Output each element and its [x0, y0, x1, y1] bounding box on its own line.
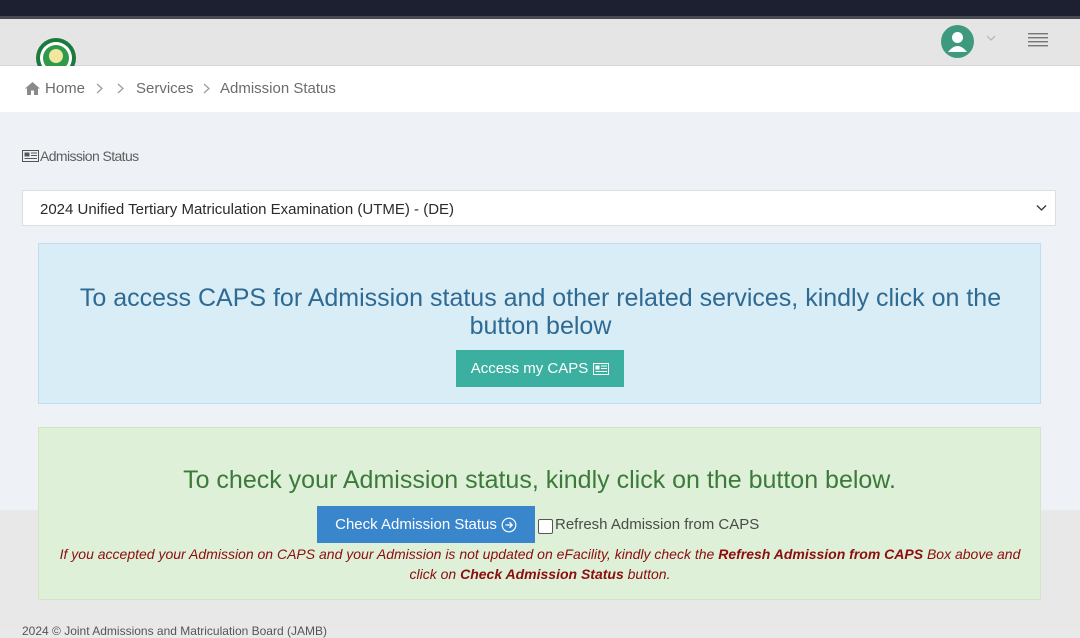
arrow-circle-right-icon — [501, 517, 517, 532]
note-text: button. — [623, 566, 671, 582]
caps-info-message: To access CAPS for Admission status and … — [79, 284, 1002, 340]
breadcrumb-home[interactable]: Home — [45, 80, 85, 97]
footer-copyright: 2024 © Joint Admissions and Matriculatio… — [22, 624, 327, 638]
chevron-right-icon — [96, 83, 103, 94]
chevron-down-icon — [1036, 205, 1047, 211]
site-header — [0, 19, 1080, 66]
note-bold-refresh: Refresh Admission from CAPS — [718, 546, 924, 562]
refresh-admission-label[interactable]: Refresh Admission from CAPS — [555, 516, 759, 533]
note-text: If you accepted your Admission on CAPS a… — [59, 546, 719, 562]
admission-status-panel: To check your Admission status, kindly c… — [38, 427, 1041, 600]
exam-select[interactable]: 2024 Unified Tertiary Matriculation Exam… — [22, 190, 1056, 226]
page-title-text: Admission Status — [40, 148, 139, 164]
user-avatar[interactable] — [941, 25, 974, 58]
hamburger-menu-icon[interactable] — [1028, 32, 1048, 49]
newspaper-icon — [593, 362, 610, 375]
user-menu-chevron-icon[interactable] — [985, 32, 997, 44]
page-title: Admission Status — [22, 148, 139, 164]
user-icon — [948, 32, 967, 52]
home-icon — [25, 82, 40, 95]
breadcrumb-services[interactable]: Services — [136, 80, 194, 97]
note-bold-check: Check Admission Status — [460, 566, 624, 582]
refresh-instructions-note: If you accepted your Admission on CAPS a… — [45, 544, 1035, 584]
check-admission-status-label: Check Admission Status — [335, 516, 497, 533]
refresh-admission-checkbox[interactable] — [538, 519, 553, 534]
browser-top-bar — [0, 0, 1080, 16]
caps-info-panel: To access CAPS for Admission status and … — [38, 243, 1041, 404]
chevron-right-icon — [117, 83, 124, 94]
breadcrumb-current: Admission Status — [220, 80, 336, 97]
access-caps-button[interactable]: Access my CAPS — [456, 350, 624, 387]
admission-status-message: To check your Admission status, kindly c… — [183, 466, 896, 494]
access-caps-button-label: Access my CAPS — [470, 360, 589, 377]
exam-select-value: 2024 Unified Tertiary Matriculation Exam… — [40, 201, 455, 218]
newspaper-icon — [22, 150, 39, 162]
chevron-right-icon — [203, 83, 210, 94]
check-admission-status-button[interactable]: Check Admission Status — [317, 506, 535, 543]
